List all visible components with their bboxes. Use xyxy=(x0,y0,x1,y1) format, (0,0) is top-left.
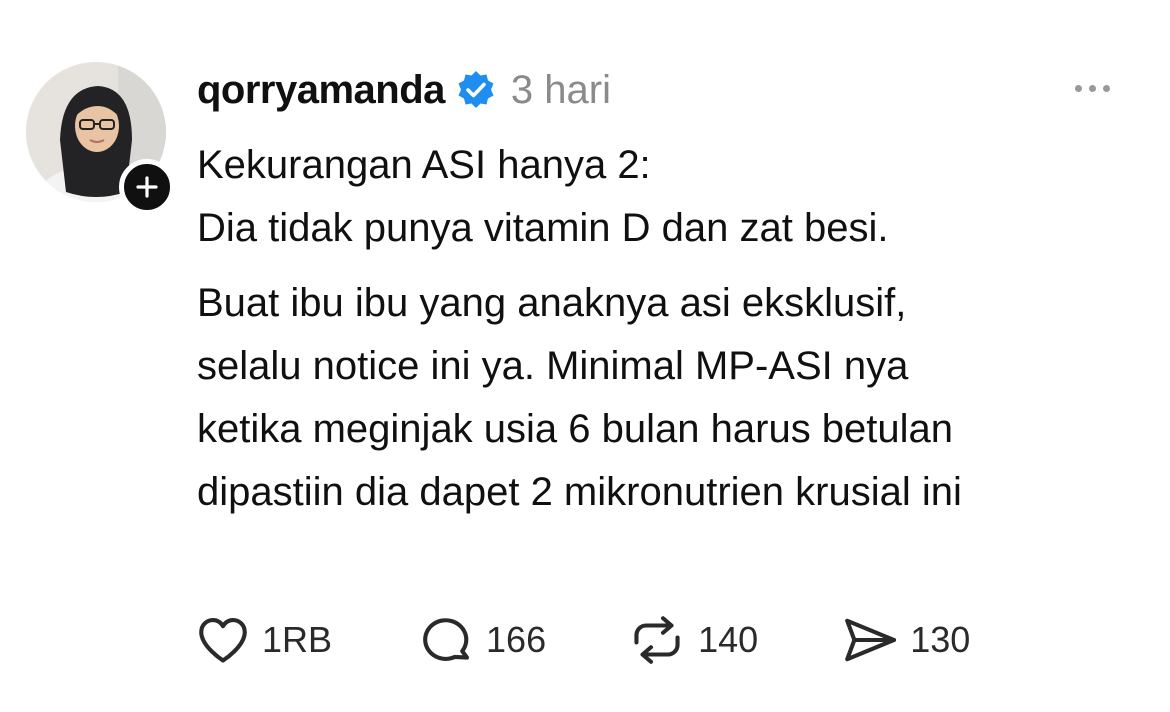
like-button[interactable]: 1RB xyxy=(194,611,332,669)
plus-icon xyxy=(136,176,158,198)
like-count: 1RB xyxy=(262,619,333,660)
post-paragraph: Buat ibu ibu yang anaknya asi eksklusif,… xyxy=(197,272,1157,524)
more-horizontal-icon-dot xyxy=(1074,84,1082,92)
follow-button[interactable] xyxy=(119,159,175,215)
post-card: qorryamanda 3 hari Kekurangan ASI hanya … xyxy=(0,0,1170,712)
share-button[interactable]: 130 xyxy=(840,611,970,669)
post-body: Kekurangan ASI hanya 2: Dia tidak punya … xyxy=(197,134,1157,524)
share-count: 130 xyxy=(910,619,971,660)
avatar-container[interactable] xyxy=(26,62,175,215)
reply-count: 166 xyxy=(486,619,547,660)
send-icon xyxy=(845,618,897,662)
post-line: ketika meginjak usia 6 bulan harus betul… xyxy=(197,407,954,451)
repost-button[interactable]: 140 xyxy=(626,611,758,669)
more-horizontal-icon-dot xyxy=(1088,84,1096,92)
heart-icon xyxy=(199,618,247,663)
comment-bubble-icon xyxy=(423,618,470,661)
post-line: Kekurangan ASI hanya 2: xyxy=(197,143,651,187)
post-line: Dia tidak punya vitamin D dan zat besi. xyxy=(197,206,889,250)
post-line: Buat ibu ibu yang anaknya asi eksklusif, xyxy=(197,281,907,325)
more-options-button[interactable] xyxy=(1064,72,1120,104)
post-line: dipastiin dia dapet 2 mikronutrien krusi… xyxy=(197,470,962,514)
reply-button[interactable]: 166 xyxy=(418,611,546,669)
repost-count: 140 xyxy=(698,619,759,660)
post-paragraph: Kekurangan ASI hanya 2: Dia tidak punya … xyxy=(197,134,1157,260)
action-bar: 1RB 166 140 130 xyxy=(194,610,970,670)
username[interactable]: qorryamanda xyxy=(197,68,445,113)
post-time[interactable]: 3 hari xyxy=(511,68,611,113)
repost-icon xyxy=(634,616,680,664)
more-horizontal-icon-dot xyxy=(1102,84,1110,92)
post-header: qorryamanda 3 hari xyxy=(197,62,611,118)
post-line: selalu notice ini ya. Minimal MP-ASI nya xyxy=(197,344,909,388)
verified-badge-icon xyxy=(455,69,497,111)
